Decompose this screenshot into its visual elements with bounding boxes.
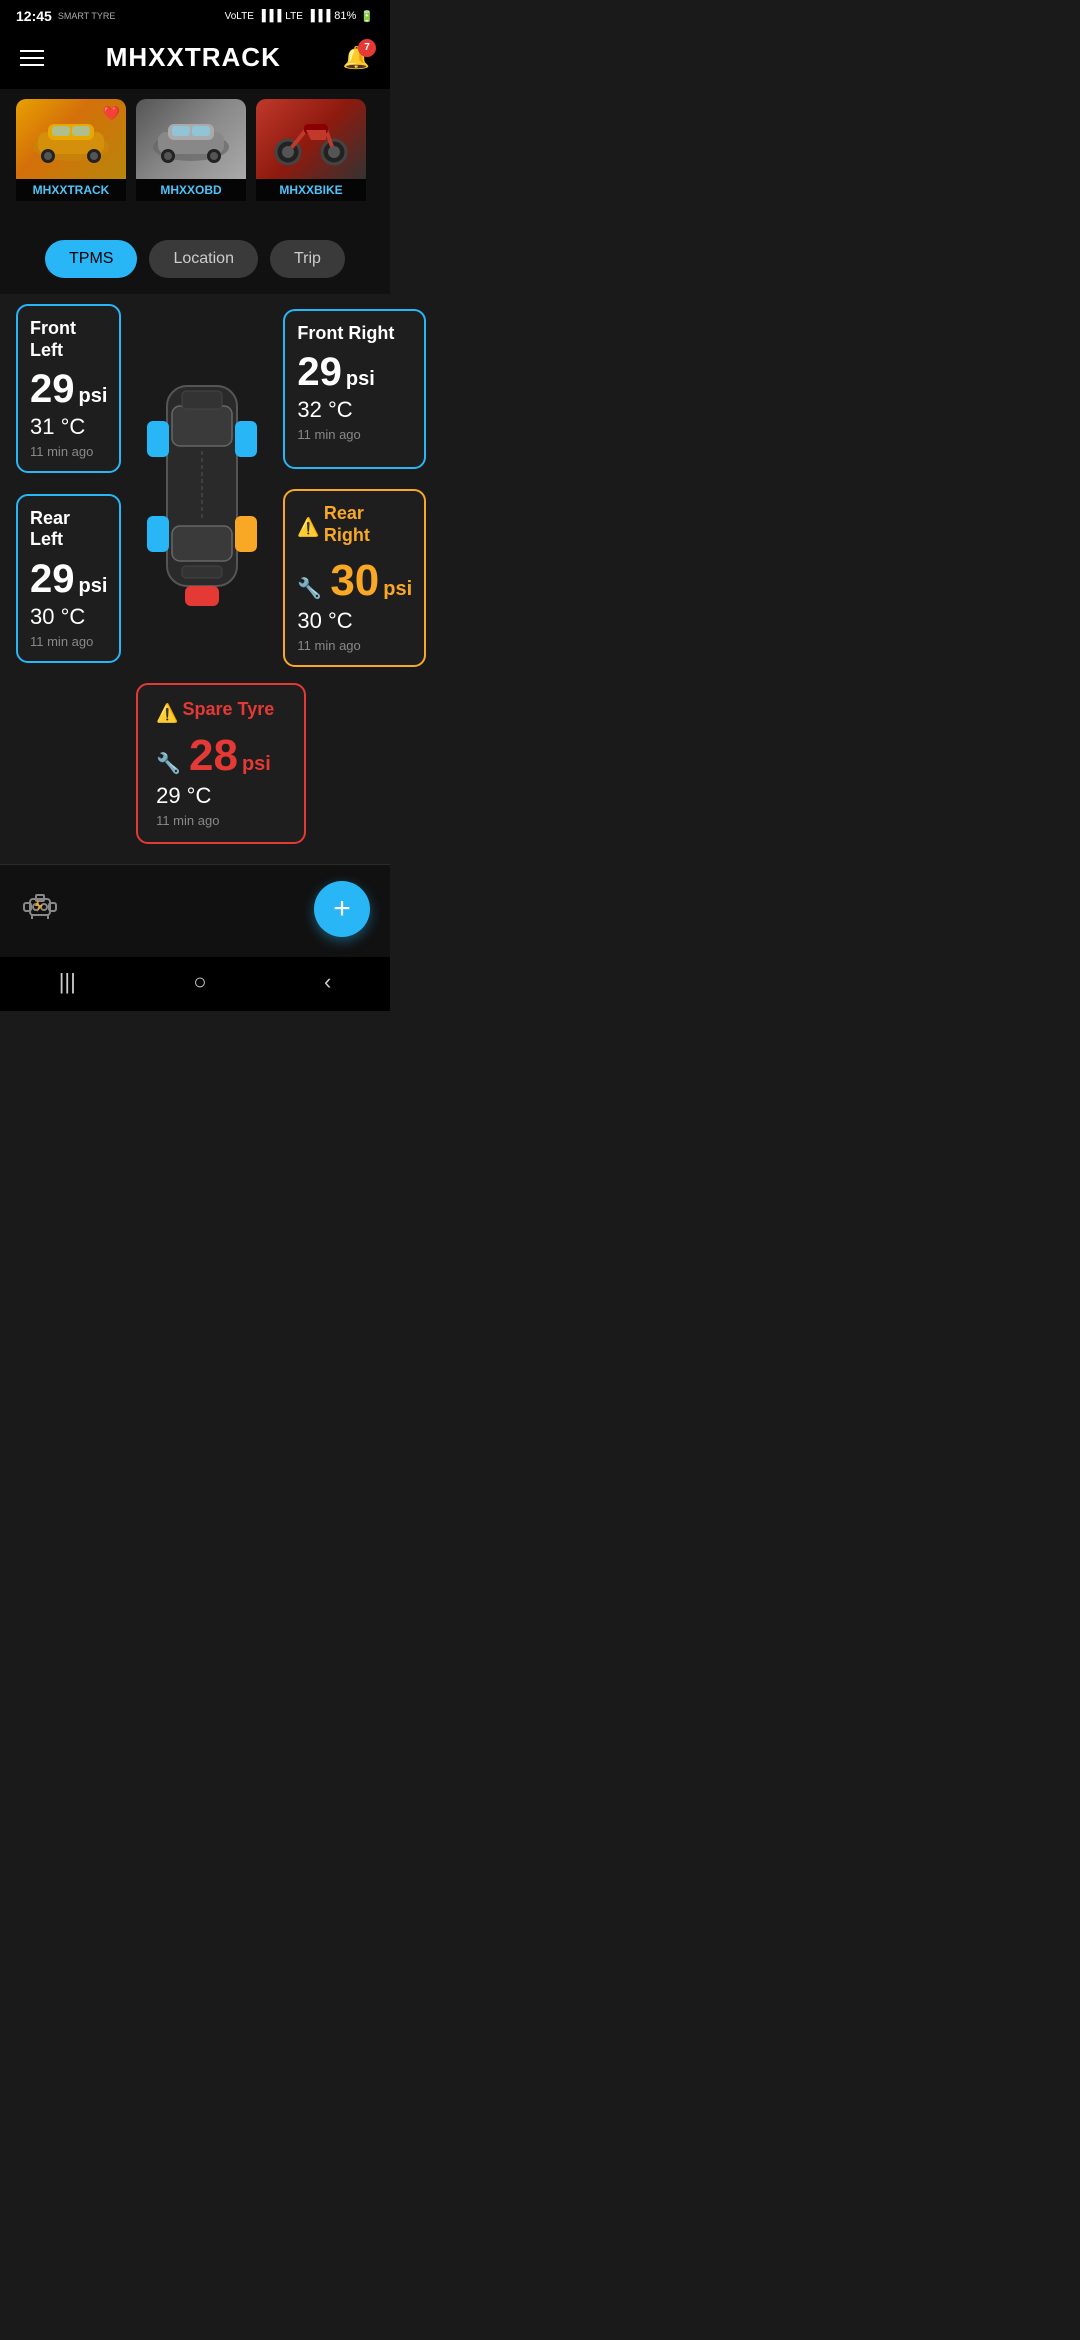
tire-label-fr: Front Right [297, 323, 412, 345]
tire-psi-spare: 28 [189, 731, 238, 781]
notification-button[interactable]: 🔔 7 [343, 45, 370, 71]
header: MHXXTRACK 🔔 7 [0, 30, 390, 89]
tire-card-front-left[interactable]: Front Left 29 psi 31 °C 11 min ago [16, 304, 121, 473]
vehicle-cards: MHXXTRACK ❤️ MHXXOBD [0, 89, 390, 224]
tire-temp-fr: 32 °C [297, 397, 412, 423]
tire-psi-row-rl: 29 psi [30, 557, 107, 602]
vehicle-label-mhxxtrack: MHXXTRACK [16, 179, 126, 201]
tire-temp-fl: 31 °C [30, 414, 107, 440]
status-bar: 12:45 SMART TYRE VoLTE ▐▐▐ LTE ▐▐▐ 81% 🔋 [0, 0, 390, 30]
signal1-label: VoLTE [225, 11, 254, 22]
tire-temp-spare: 29 °C [156, 783, 286, 809]
tire-temp-rr: 30 °C [297, 608, 412, 634]
tire-label-spare: Spare Tyre [183, 699, 275, 721]
tire-card-rear-right[interactable]: ⚠️ Rear Right 🔧 30 psi 30 °C 11 min ago [283, 489, 426, 667]
tire-label-rl: Rear Left [30, 508, 107, 551]
add-button[interactable]: + [314, 881, 370, 937]
tire-time-fl: 11 min ago [30, 444, 107, 459]
tire-header-rr: ⚠️ Rear Right [297, 503, 412, 552]
warning-icon-rr: ⚠️ [297, 517, 319, 538]
battery-icon: 🔋 [360, 10, 374, 23]
spare-row: ⚠️ Spare Tyre 🔧 28 psi 29 °C 11 min ago [16, 683, 426, 844]
tire-psi-fl: 29 [30, 367, 75, 412]
signal1-bars: ▐▐▐ [258, 10, 281, 22]
nav-bar: ||| ○ ‹ [0, 957, 390, 1011]
signal2-bars: ▐▐▐ [307, 10, 330, 22]
tire-time-rr: 11 min ago [297, 638, 412, 653]
app-title: MHXXTRACK [106, 42, 281, 73]
tire-time-rl: 11 min ago [30, 634, 107, 649]
tire-unit-fr: psi [346, 368, 375, 391]
tire-unit-rl: psi [79, 575, 108, 598]
status-time: 12:45 [16, 8, 52, 24]
vehicle-card-mhxxobd[interactable]: MHXXOBD [136, 99, 246, 214]
engine-icon [20, 885, 60, 932]
tire-psi-rl: 29 [30, 557, 75, 602]
tire-card-spare[interactable]: ⚠️ Spare Tyre 🔧 28 psi 29 °C 11 min ago [136, 683, 306, 844]
tire-card-rear-left[interactable]: Rear Left 29 psi 30 °C 11 min ago [16, 494, 121, 663]
tire-label-fl: Front Left [30, 318, 107, 361]
nav-back-icon[interactable]: ‹ [324, 969, 331, 995]
tire-layout: Front Left 29 psi 31 °C 11 min ago [16, 304, 374, 844]
tpms-content: Front Left 29 psi 31 °C 11 min ago [0, 294, 390, 864]
tire-header-spare: ⚠️ Spare Tyre [156, 699, 286, 727]
tire-psi-rr: 30 [330, 556, 379, 606]
tire-unit-spare: psi [242, 753, 271, 776]
tire-psi-row-fr: 29 psi [297, 350, 412, 395]
menu-button[interactable] [20, 50, 44, 66]
tire-unit-rr: psi [383, 578, 412, 601]
vehicle-card-mhxxbike[interactable]: MHXXBIKE [256, 99, 366, 214]
tire-unit-fl: psi [79, 385, 108, 408]
warning-icon-spare: ⚠️ [156, 703, 178, 724]
tab-location[interactable]: Location [149, 240, 258, 278]
notification-badge: 7 [358, 39, 376, 57]
brand-label: SMART TYRE [58, 11, 116, 21]
status-icons: VoLTE ▐▐▐ LTE ▐▐▐ 81% 🔋 [225, 10, 374, 23]
tab-bar: TPMS Location Trip [0, 224, 390, 294]
favorite-icon: ❤️ [103, 105, 120, 122]
tire-time-fr: 11 min ago [297, 427, 412, 442]
vehicle-image-white [136, 99, 246, 179]
tire-psi-row-fl: 29 psi [30, 367, 107, 412]
car-diagram [137, 356, 267, 616]
vehicle-label-mhxxbike: MHXXBIKE [256, 179, 366, 201]
nav-home-icon[interactable]: ○ [193, 969, 206, 995]
car-top-view [142, 356, 262, 616]
sensor-icon-rr: 🔧 [297, 576, 322, 601]
battery-label: 81% [334, 10, 356, 22]
tab-trip[interactable]: Trip [270, 240, 345, 278]
tire-card-front-right[interactable]: Front Right 29 psi 32 °C 11 min ago [283, 309, 426, 469]
signal2-label: LTE [285, 11, 303, 22]
nav-recent-icon[interactable]: ||| [59, 969, 76, 995]
tire-psi-fr: 29 [297, 350, 342, 395]
tire-time-spare: 11 min ago [156, 813, 286, 828]
tab-tpms[interactable]: TPMS [45, 240, 137, 278]
bottom-bar: + [0, 864, 390, 957]
sensor-icon-spare: 🔧 [156, 751, 181, 776]
tire-psi-row-rr: 🔧 30 psi [297, 556, 412, 606]
vehicle-label-mhxxobd: MHXXOBD [136, 179, 246, 201]
tire-psi-row-spare: 🔧 28 psi [156, 731, 286, 781]
vehicle-card-mhxxtrack[interactable]: MHXXTRACK ❤️ [16, 99, 126, 214]
tire-label-rr: Rear Right [324, 503, 412, 546]
tire-temp-rl: 30 °C [30, 604, 107, 630]
vehicle-image-bike [256, 99, 366, 179]
